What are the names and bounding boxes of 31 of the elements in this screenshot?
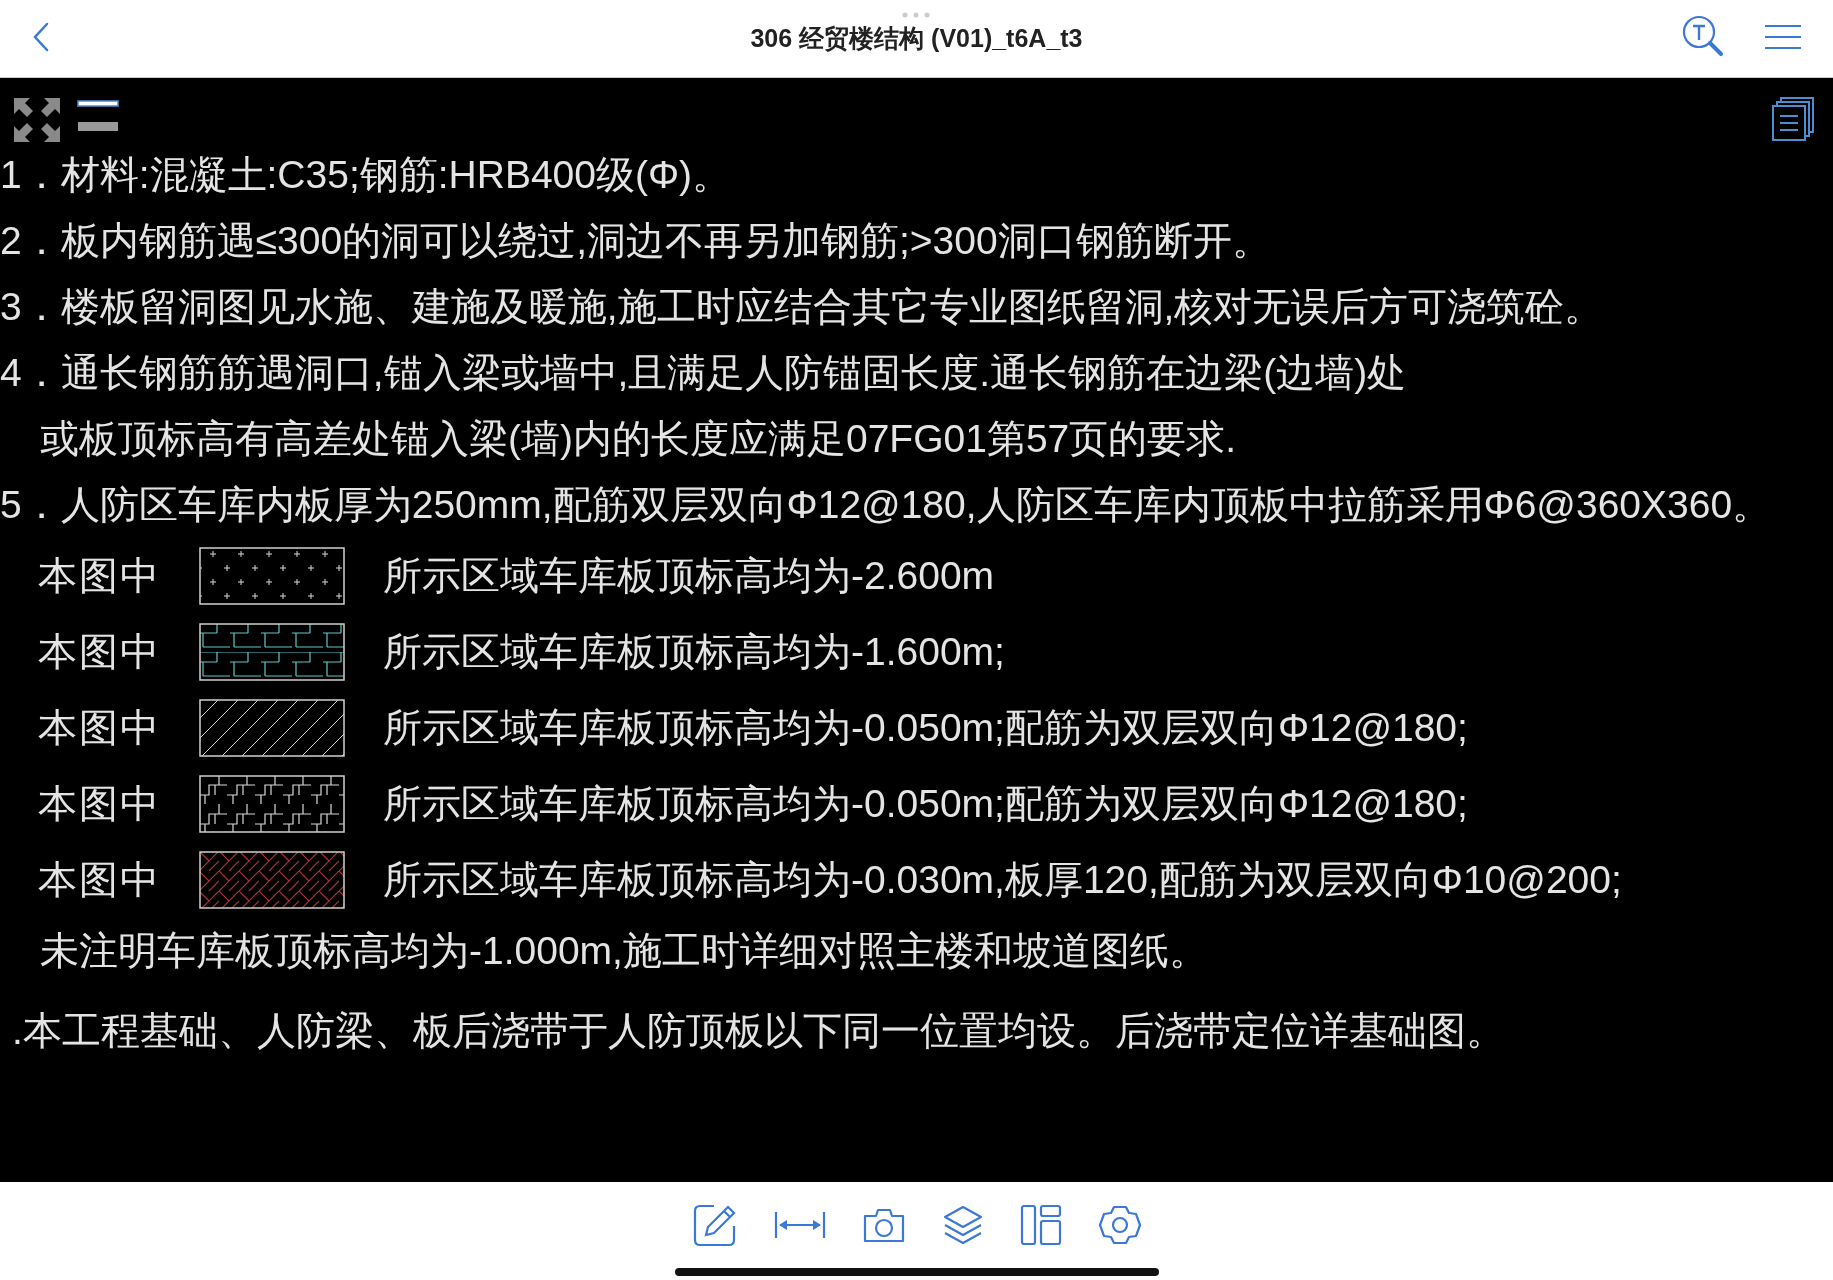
document-title: 306 经贸楼结构 (V01)_t6A_t3 [750,23,1083,54]
drawing-note-text: 1．材料:混凝土:C35;钢筋:HRB400级(Φ)。 [0,152,732,198]
camera-icon[interactable] [861,1206,906,1244]
measure-icon[interactable] [773,1210,826,1240]
legend-label: 本图中 [38,629,161,675]
drawing-note-text: 未注明车库板顶标高均为-1.000m,施工时详细对照主楼和坡道图纸。 [39,928,1208,974]
legend-label: 本图中 [38,553,161,599]
drawing-note-text: 所示区域车库板顶标高均为-0.050m;配筋为双层双向Φ12@180; [383,705,1468,751]
legend-label: 本图中 [38,781,161,827]
edit-icon[interactable] [691,1202,738,1248]
drawing-note-text: .本工程基础、人防梁、板后浇带于人防顶板以下同一位置均设。后浇带定位详基础图。 [11,1008,1505,1054]
drawing-note-text: 5．人防区车库内板厚为250mm,配筋双层双向Φ12@180,人防区车库内顶板中拉筋采用Φ6@360X360。 [0,482,1772,528]
menu-icon[interactable] [1763,22,1803,52]
drawing-note-text: 所示区域车库板顶标高均为-0.030m,板厚120,配筋为双层双向Φ10@200; [383,857,1622,903]
layout-icon[interactable] [1019,1204,1062,1246]
back-icon[interactable] [32,22,50,52]
drawing-note-text: 所示区域车库板顶标高均为-0.050m;配筋为双层双向Φ12@180; [383,781,1468,827]
multitask-dots-icon[interactable] [901,12,931,18]
drawing-note-text: 3．楼板留洞图见水施、建施及暖施,施工时应结合其它专业图纸留洞,核对无误后方可浇筑砼。 [0,284,1604,330]
drawing-note-text: 或板顶标高有高差处锚入梁(墙)内的长度应满足07FG01第57页的要求. [39,416,1237,462]
drawing-note-text: 2．板内钢筋遇≤300的洞可以绕过,洞边不再另加钢筋;>300洞口钢筋断开。 [0,218,1271,264]
panel-toggle-icon[interactable] [77,100,119,132]
drawing-note-text: 所示区域车库板顶标高均为-2.600m [383,553,995,599]
pages-icon[interactable] [1771,96,1815,142]
settings-icon[interactable] [1097,1203,1142,1247]
layers-icon[interactable] [941,1204,984,1246]
drawing-note-text: 4．通长钢筋筋遇洞口,锚入梁或墙中,且满足人防锚固长度.通长钢筋在边梁(边墙)处 [0,350,1407,396]
legend-label: 本图中 [38,705,161,751]
legend-label: 本图中 [38,857,161,903]
fullscreen-icon[interactable] [12,96,62,144]
drawing-note-text: 所示区域车库板顶标高均为-1.600m; [383,629,1005,675]
